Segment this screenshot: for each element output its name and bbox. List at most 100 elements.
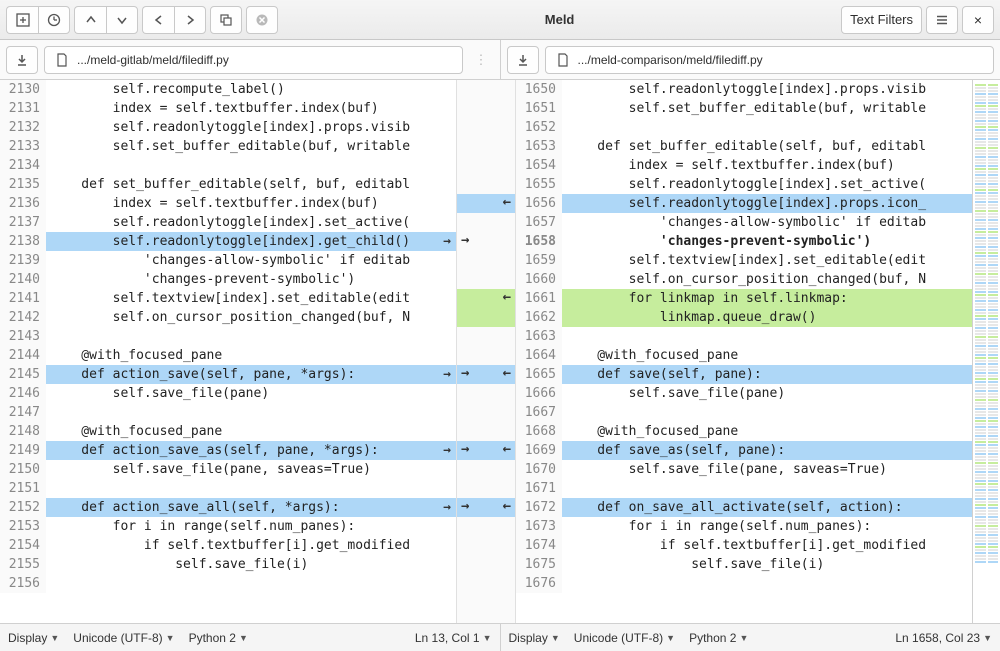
code-line[interactable]: 1650 self.readonlytoggle[index].props.vi… [516,80,972,99]
merge-left-icon[interactable]: ← [503,365,511,381]
display-menu[interactable]: Display▼ [8,631,59,645]
code-line[interactable]: 2151 [0,479,456,498]
minimap-stripe [988,177,998,179]
code-line[interactable]: 2146 self.save_file(pane) [0,384,456,403]
code-line[interactable]: 1671 [516,479,972,498]
code-line[interactable]: 2136 index = self.textbuffer.index(buf) [0,194,456,213]
code-line[interactable]: 2132 self.readonlytoggle[index].props.vi… [0,118,456,137]
code-line[interactable]: 2150 self.save_file(pane, saveas=True) [0,460,456,479]
code-line[interactable]: 1656 self.readonlytoggle[index].props.ic… [516,194,972,213]
code-line[interactable]: 2137 self.readonlytoggle[index].set_acti… [0,213,456,232]
code-line[interactable]: 1657 'changes-allow-symbolic' if editab [516,213,972,232]
merge-left-icon[interactable]: ← [503,289,511,305]
code-line[interactable]: 2153 for i in range(self.num_panes): [0,517,456,536]
code-line[interactable]: 1661 for linkmap in self.linkmap: [516,289,972,308]
code-line[interactable]: 1675 self.save_file(i) [516,555,972,574]
code-line[interactable]: 2141 self.textview[index].set_editable(e… [0,289,456,308]
code-line[interactable]: 1662 linkmap.queue_draw() [516,308,972,327]
prev-diff-button[interactable] [74,6,106,34]
code-line[interactable]: 1666 self.save_file(pane) [516,384,972,403]
code-line[interactable]: 2134 [0,156,456,175]
code-line[interactable]: 2155 self.save_file(i) [0,555,456,574]
code-line[interactable]: 2149 def action_save_as(self, pane, *arg… [0,441,456,460]
code-line[interactable]: 2130 self.recompute_label() [0,80,456,99]
code-line[interactable]: 1660 self.on_cursor_position_changed(buf… [516,270,972,289]
next-diff-button[interactable] [106,6,138,34]
code-line[interactable]: 1665 def save(self, pane): [516,365,972,384]
minimap-stripe [988,558,998,560]
code-line[interactable]: 2142 self.on_cursor_position_changed(buf… [0,308,456,327]
code-line[interactable]: 1673 for i in range(self.num_panes): [516,517,972,536]
display-menu[interactable]: Display▼ [509,631,560,645]
code-line[interactable]: 1655 self.readonlytoggle[index].set_acti… [516,175,972,194]
code-line[interactable]: 2154 if self.textbuffer[i].get_modified [0,536,456,555]
forward-button[interactable] [174,6,206,34]
code-line[interactable]: 1674 if self.textbuffer[i].get_modified [516,536,972,555]
code-line[interactable]: 2143 [0,327,456,346]
code-line[interactable]: 2140 'changes-prevent-symbolic') [0,270,456,289]
minimap[interactable] [972,80,1000,623]
code-line[interactable]: 1658 'changes-prevent-symbolic') [516,232,972,251]
copy-button[interactable] [210,6,242,34]
back-button[interactable] [142,6,174,34]
merge-right-icon[interactable]: → [461,365,469,381]
code-line[interactable]: 2148 @with_focused_pane [0,422,456,441]
line-number: 2140 [0,270,46,289]
merge-right-icon[interactable]: → [461,441,469,457]
merge-left-icon[interactable]: ← [503,194,511,210]
language-menu[interactable]: Python 2▼ [689,631,748,645]
code-line[interactable]: 1651 self.set_buffer_editable(buf, writa… [516,99,972,118]
code-line[interactable]: 2133 self.set_buffer_editable(buf, writa… [0,137,456,156]
code-line[interactable]: 2156 [0,574,456,593]
hamburger-menu-button[interactable] [926,6,958,34]
stop-button[interactable] [246,6,278,34]
code-line[interactable]: 2145 def action_save(self, pane, *args):… [0,365,456,384]
merge-left-icon[interactable]: ← [503,441,511,457]
minimap-stripe [975,360,986,362]
left-pane[interactable]: 2130 self.recompute_label()2131 index = … [0,80,456,623]
save-left-button[interactable] [6,46,38,74]
code-line[interactable]: 1652 [516,118,972,137]
text-filters-button[interactable]: Text Filters [841,6,922,34]
push-right-icon[interactable]: → [438,232,456,251]
code-line[interactable]: 1667 [516,403,972,422]
code-text: self.set_buffer_editable(buf, writable [46,137,456,156]
encoding-menu[interactable]: Unicode (UTF-8)▼ [574,631,675,645]
cursor-position[interactable]: Ln 1658, Col 23▼ [895,631,992,645]
code-line[interactable]: 1653 def set_buffer_editable(self, buf, … [516,137,972,156]
code-line[interactable]: 1669 def save_as(self, pane): [516,441,972,460]
code-line[interactable]: 1676 [516,574,972,593]
code-line[interactable]: 2135 def set_buffer_editable(self, buf, … [0,175,456,194]
push-right-icon[interactable]: → [438,498,456,517]
code-line[interactable]: 1664 @with_focused_pane [516,346,972,365]
minimap-stripe [988,153,998,155]
pane-drag-handle[interactable]: ⋮ [469,52,494,68]
code-line[interactable]: 2152 def action_save_all(self, *args):→ [0,498,456,517]
code-line[interactable]: 1672 def on_save_all_activate(self, acti… [516,498,972,517]
code-line[interactable]: 1663 [516,327,972,346]
file-path-right[interactable]: .../meld-comparison/meld/filediff.py [545,46,995,74]
code-line[interactable]: 1659 self.textview[index].set_editable(e… [516,251,972,270]
merge-left-icon[interactable]: ← [503,498,511,514]
code-line[interactable]: 2144 @with_focused_pane [0,346,456,365]
code-line[interactable]: 1670 self.save_file(pane, saveas=True) [516,460,972,479]
file-path-left[interactable]: .../meld-gitlab/meld/filediff.py [44,46,463,74]
push-right-icon[interactable]: → [438,365,456,384]
code-line[interactable]: 2139 'changes-allow-symbolic' if editab [0,251,456,270]
language-menu[interactable]: Python 2▼ [189,631,248,645]
push-right-icon[interactable]: → [438,441,456,460]
new-tab-button[interactable] [6,6,38,34]
code-line[interactable]: 2131 index = self.textbuffer.index(buf) [0,99,456,118]
code-line[interactable]: 2147 [0,403,456,422]
close-button[interactable]: × [962,6,994,34]
cursor-position[interactable]: Ln 13, Col 1▼ [415,631,492,645]
save-right-button[interactable] [507,46,539,74]
code-line[interactable]: 1654 index = self.textbuffer.index(buf) [516,156,972,175]
encoding-menu[interactable]: Unicode (UTF-8)▼ [73,631,174,645]
right-pane[interactable]: 1650 self.readonlytoggle[index].props.vi… [516,80,972,623]
recent-button[interactable] [38,6,70,34]
code-line[interactable]: 1668 @with_focused_pane [516,422,972,441]
merge-right-icon[interactable]: → [461,498,469,514]
code-line[interactable]: 2138 self.readonlytoggle[index].get_chil… [0,232,456,251]
merge-right-icon[interactable]: → [461,232,469,248]
